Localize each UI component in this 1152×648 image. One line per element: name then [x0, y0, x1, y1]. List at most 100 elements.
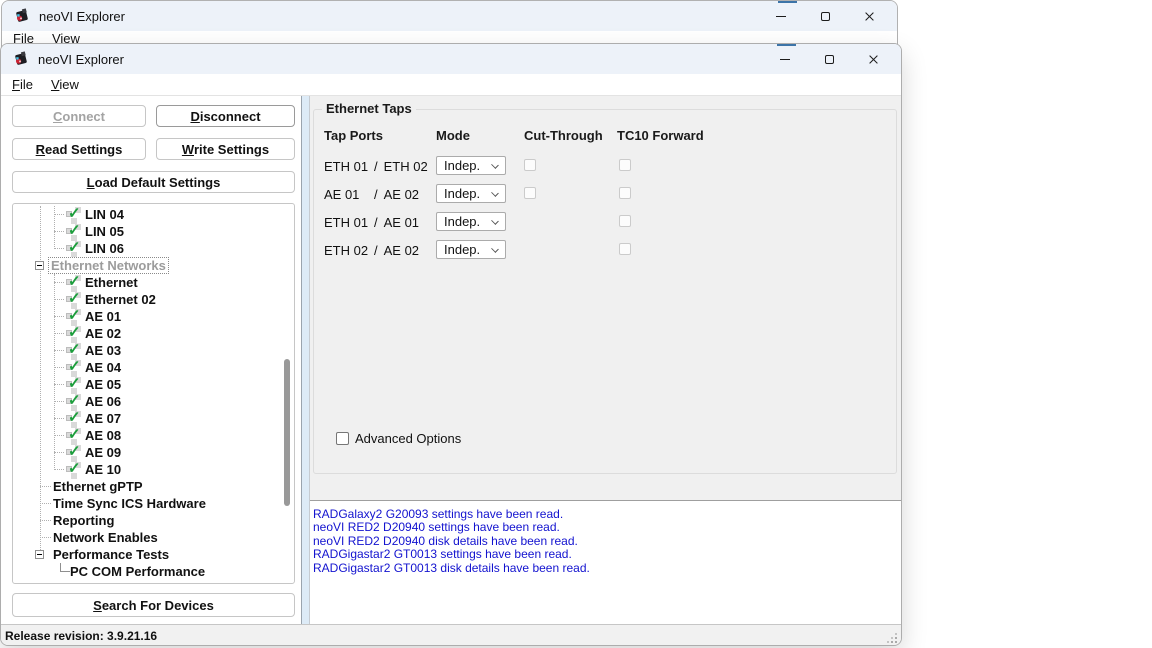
- network-check-icon: [65, 462, 82, 477]
- tree-item-ae-06[interactable]: AE 06: [13, 393, 294, 410]
- tree-item-ae-07[interactable]: AE 07: [13, 410, 294, 427]
- tap-ports-label: ETH 01/ETH 02: [324, 159, 428, 174]
- network-check-icon: [65, 292, 82, 307]
- read-settings-button[interactable]: Read Settings: [12, 138, 146, 160]
- mode-value: Indep.: [444, 214, 480, 229]
- log-line: RADGigastar2 GT0013 disk details have be…: [313, 562, 899, 575]
- mode-value: Indep.: [444, 158, 480, 173]
- tree-item-lin-06[interactable]: LIN 06: [13, 240, 294, 257]
- network-check-icon: [65, 207, 82, 222]
- resize-grip-icon[interactable]: [886, 632, 898, 644]
- tc10-forward-checkbox: [619, 187, 631, 199]
- log-line: RADGalaxy2 G20093 settings have been rea…: [313, 508, 899, 521]
- tree-item-performance-tests[interactable]: Performance Tests: [13, 546, 294, 563]
- column-header-tc10-forward: TC10 Forward: [617, 128, 704, 143]
- disconnect-button[interactable]: Disconnect: [156, 105, 295, 127]
- window-title: neoVI Explorer: [39, 9, 125, 24]
- tree-item-label: AE 09: [85, 445, 121, 460]
- log-line: RADGigastar2 GT0013 settings have been r…: [313, 548, 899, 561]
- tree-item-ae-10[interactable]: AE 10: [13, 461, 294, 478]
- tree-item-ethernet-networks[interactable]: Ethernet Networks: [13, 257, 294, 274]
- titlebar[interactable]: neoVI Explorer: [1, 44, 901, 74]
- maximize-button[interactable]: [803, 1, 847, 31]
- network-check-icon: [65, 360, 82, 375]
- tree-scrollbar-thumb[interactable]: [284, 359, 290, 506]
- tree-item-label: AE 03: [85, 343, 121, 358]
- tree-item-label: AE 05: [85, 377, 121, 392]
- collapse-toggle-icon[interactable]: [35, 261, 44, 270]
- tree-item-network-enables[interactable]: Network Enables: [13, 529, 294, 546]
- tree-item-lin-05[interactable]: LIN 05: [13, 223, 294, 240]
- mode-select[interactable]: Indep.: [436, 184, 506, 203]
- tap-row: ETH 01/AE 01 Indep.: [314, 212, 896, 232]
- search-for-devices-button[interactable]: Search For Devices: [12, 593, 295, 617]
- network-check-icon: [65, 394, 82, 409]
- network-check-icon: [65, 428, 82, 443]
- menu-file[interactable]: File: [10, 77, 35, 92]
- menu-view[interactable]: View: [49, 77, 81, 92]
- tree-item-label: Ethernet 02: [85, 292, 156, 307]
- tree-item-ae-03[interactable]: AE 03: [13, 342, 294, 359]
- tree-item-ae-08[interactable]: AE 08: [13, 427, 294, 444]
- network-check-icon: [65, 241, 82, 256]
- tree-item-ae-09[interactable]: AE 09: [13, 444, 294, 461]
- tree-item-label: AE 08: [85, 428, 121, 443]
- app-icon: [14, 8, 30, 24]
- close-icon: [864, 11, 875, 22]
- tree-item-lin-04[interactable]: LIN 04: [13, 206, 294, 223]
- cut-through-checkbox: [524, 187, 536, 199]
- column-header-cut-through: Cut-Through: [524, 128, 603, 143]
- tree-item-ethernet-gptp[interactable]: Ethernet gPTP: [13, 478, 294, 495]
- close-button[interactable]: [851, 44, 895, 74]
- connect-button: Connect: [12, 105, 146, 127]
- network-check-icon: [65, 326, 82, 341]
- titlebar[interactable]: neoVI Explorer: [2, 1, 897, 31]
- status-bar: Release revision: 3.9.21.16: [1, 624, 901, 646]
- maximize-button[interactable]: [807, 44, 851, 74]
- network-check-icon: [65, 411, 82, 426]
- tree-item-time-sync[interactable]: Time Sync ICS Hardware: [13, 495, 294, 512]
- tree-item-ae-04[interactable]: AE 04: [13, 359, 294, 376]
- load-default-settings-button[interactable]: Load Default Settings: [12, 171, 295, 193]
- column-header-mode: Mode: [436, 128, 470, 143]
- message-log[interactable]: RADGalaxy2 G20093 settings have been rea…: [310, 500, 902, 624]
- cut-through-checkbox: [524, 159, 536, 171]
- minimize-button[interactable]: [763, 44, 807, 74]
- accent-mark: [777, 44, 796, 46]
- tree-item-reporting[interactable]: Reporting: [13, 512, 294, 529]
- tree-item-ethernet-02[interactable]: Ethernet 02: [13, 291, 294, 308]
- tc10-forward-checkbox: [619, 215, 631, 227]
- tree-item-label: AE 07: [85, 411, 121, 426]
- advanced-options-label: Advanced Options: [355, 431, 461, 446]
- tree-item-ae-05[interactable]: AE 05: [13, 376, 294, 393]
- chevron-down-icon: [491, 217, 499, 225]
- close-button[interactable]: [847, 1, 891, 31]
- tree-item-ae-02[interactable]: AE 02: [13, 325, 294, 342]
- tree-item-ae-01[interactable]: AE 01: [13, 308, 294, 325]
- device-panel: Connect Disconnect Read Settings Write S…: [2, 96, 301, 624]
- mode-select[interactable]: Indep.: [436, 156, 506, 175]
- mode-select[interactable]: Indep.: [436, 240, 506, 259]
- tree-item-pc-com-performance[interactable]: PC COM Performance: [13, 563, 294, 580]
- tree-item-ethernet[interactable]: Ethernet: [13, 274, 294, 291]
- write-settings-button[interactable]: Write Settings: [156, 138, 295, 160]
- mode-select[interactable]: Indep.: [436, 212, 506, 231]
- close-icon: [868, 54, 879, 65]
- tree-item-label: AE 06: [85, 394, 121, 409]
- mode-value: Indep.: [444, 186, 480, 201]
- collapse-toggle-icon[interactable]: [35, 550, 44, 559]
- chevron-down-icon: [491, 245, 499, 253]
- advanced-options-checkbox[interactable]: [336, 432, 349, 445]
- neovi-explorer-window: neoVI Explorer File View Connect Disconn…: [0, 43, 902, 646]
- panel-splitter[interactable]: [301, 96, 310, 624]
- window-title: neoVI Explorer: [38, 52, 124, 67]
- tree-item-label: Time Sync ICS Hardware: [53, 496, 206, 511]
- network-check-icon: [65, 224, 82, 239]
- network-check-icon: [65, 343, 82, 358]
- network-check-icon: [65, 275, 82, 290]
- minimize-icon: [776, 16, 786, 17]
- tree-item-label: Network Enables: [53, 530, 158, 545]
- menubar: File View: [1, 74, 901, 96]
- minimize-button[interactable]: [759, 1, 803, 31]
- tree-item-label: AE 02: [85, 326, 121, 341]
